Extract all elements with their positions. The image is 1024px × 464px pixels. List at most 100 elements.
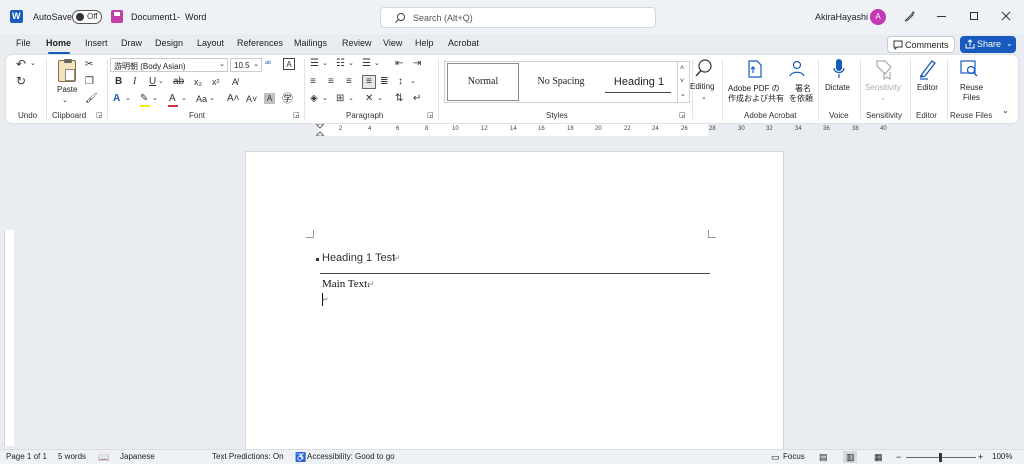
- shading-dropdown-icon[interactable]: ⌄: [322, 93, 328, 105]
- grow-font-icon[interactable]: A˄: [227, 93, 240, 105]
- save-icon[interactable]: [111, 10, 123, 23]
- copy-icon[interactable]: ❐: [85, 76, 94, 88]
- tab-draw[interactable]: Draw: [121, 38, 142, 48]
- style-heading-1[interactable]: Heading 1: [601, 62, 677, 102]
- dialog-launcher-icon[interactable]: ◲: [293, 110, 300, 122]
- underline-icon[interactable]: U: [149, 76, 156, 88]
- print-layout-icon[interactable]: ▥: [846, 452, 855, 463]
- shading-icon[interactable]: ◈: [310, 93, 318, 105]
- close-icon[interactable]: [1001, 11, 1011, 21]
- request-signature-line2[interactable]: を依頼: [789, 93, 813, 104]
- accessibility-status[interactable]: Accessibility: Good to go: [307, 452, 395, 461]
- phonetic-guide-icon[interactable]: ᵃᵇ: [265, 58, 271, 70]
- increase-indent-icon[interactable]: ⇥: [413, 58, 421, 70]
- subscript-icon[interactable]: x₂: [194, 76, 202, 88]
- reuse-files-icon[interactable]: [959, 58, 979, 78]
- document-page[interactable]: Heading 1 Test ↵ Main Text. ↵ ↵: [245, 151, 784, 451]
- tab-insert[interactable]: Insert: [85, 38, 108, 48]
- dictate-label[interactable]: Dictate: [825, 83, 850, 92]
- sensitivity-dropdown-icon[interactable]: ⌄: [880, 93, 886, 105]
- show-formatting-icon[interactable]: ↵: [413, 93, 421, 105]
- bullets-dropdown-icon[interactable]: ⌄: [322, 58, 328, 70]
- text-effects-icon[interactable]: A: [113, 93, 120, 105]
- change-case-dropdown-icon[interactable]: ⌄: [209, 93, 215, 105]
- font-color-dropdown-icon[interactable]: ⌄: [181, 93, 187, 105]
- read-mode-icon[interactable]: ▤: [819, 452, 828, 463]
- redo-icon[interactable]: ↻: [16, 75, 26, 87]
- zoom-in-icon[interactable]: +: [978, 452, 983, 462]
- zoom-slider-thumb[interactable]: [939, 453, 942, 462]
- paste-dropdown-icon[interactable]: ⌄: [62, 95, 68, 107]
- undo-icon[interactable]: ↶: [16, 58, 26, 70]
- highlight-dropdown-icon[interactable]: ⌄: [152, 93, 158, 105]
- zoom-out-icon[interactable]: −: [896, 452, 901, 462]
- italic-icon[interactable]: I: [133, 76, 136, 88]
- change-case-icon[interactable]: Aa: [196, 93, 207, 105]
- comments-button[interactable]: Comments: [887, 36, 955, 53]
- zoom-level[interactable]: 100%: [992, 452, 1012, 461]
- tab-view[interactable]: View: [383, 38, 402, 48]
- reuse-files-line1[interactable]: Reuse: [960, 83, 983, 92]
- character-shading-icon[interactable]: A: [264, 93, 275, 104]
- bullets-icon[interactable]: ☰: [310, 58, 319, 70]
- cut-icon[interactable]: ✂: [85, 59, 93, 71]
- maximize-icon[interactable]: [970, 12, 978, 20]
- proofing-icon[interactable]: 📖: [98, 452, 109, 463]
- focus-icon[interactable]: ▭: [771, 452, 780, 463]
- language[interactable]: Japanese: [120, 452, 155, 461]
- numbering-icon[interactable]: ☷: [336, 58, 345, 70]
- horizontal-ruler[interactable]: 2 4 6 8 10 12 14 16 18 20 22 24 26 28 30…: [244, 124, 887, 136]
- underline-dropdown-icon[interactable]: ⌄: [158, 76, 164, 88]
- microphone-icon[interactable]: [832, 58, 846, 80]
- tab-file[interactable]: File: [16, 38, 31, 48]
- sensitivity-label[interactable]: Sensitivity: [865, 83, 901, 92]
- minimize-icon[interactable]: [937, 16, 946, 17]
- highlight-icon[interactable]: ✎: [140, 93, 148, 105]
- distributed-icon[interactable]: ≣: [380, 76, 388, 88]
- dialog-launcher-icon[interactable]: ◲: [96, 110, 103, 122]
- avatar[interactable]: A: [870, 9, 886, 25]
- justify-icon[interactable]: ≡: [362, 75, 376, 89]
- tab-references[interactable]: References: [237, 38, 283, 48]
- style-no-spacing[interactable]: No Spacing: [523, 62, 599, 102]
- shrink-font-icon[interactable]: A˅: [246, 93, 257, 105]
- text-predictions[interactable]: Text Predictions: On: [212, 452, 284, 461]
- tab-design[interactable]: Design: [155, 38, 183, 48]
- user-name[interactable]: AkiraHayashi: [815, 12, 868, 22]
- paste-icon[interactable]: [58, 59, 76, 82]
- reuse-files-line2[interactable]: Files: [963, 93, 980, 102]
- borders-dropdown-icon[interactable]: ⌄: [348, 93, 354, 105]
- indent-marker-icon[interactable]: [316, 124, 324, 136]
- dialog-launcher-icon[interactable]: ◲: [427, 110, 434, 122]
- tab-home[interactable]: Home: [46, 38, 71, 48]
- body-paragraph[interactable]: Main Text.: [322, 278, 370, 290]
- text-effects-dropdown-icon[interactable]: ⌄: [125, 93, 131, 105]
- multilevel-dropdown-icon[interactable]: ⌄: [374, 58, 380, 70]
- tab-layout[interactable]: Layout: [197, 38, 224, 48]
- align-right-icon[interactable]: ≡: [346, 76, 352, 88]
- multilevel-list-icon[interactable]: ☰: [362, 58, 371, 70]
- request-signature-icon[interactable]: [788, 59, 808, 79]
- borders-icon[interactable]: ⊞: [336, 93, 344, 105]
- dialog-launcher-icon[interactable]: ◲: [679, 110, 686, 122]
- tab-mailings[interactable]: Mailings: [294, 38, 327, 48]
- search-box[interactable]: Search (Alt+Q): [380, 7, 656, 28]
- collapse-ribbon-icon[interactable]: ⌄: [1002, 105, 1009, 117]
- format-painter-icon[interactable]: 🖌: [85, 93, 98, 105]
- align-center-icon[interactable]: ≡: [328, 76, 334, 88]
- asian-layout-dropdown-icon[interactable]: ⌄: [377, 93, 383, 105]
- font-color-icon[interactable]: A: [169, 93, 176, 105]
- styles-scroll-down-icon[interactable]: ˅: [680, 76, 684, 88]
- line-spacing-icon[interactable]: ↕: [398, 76, 403, 88]
- vertical-ruler[interactable]: [4, 150, 16, 450]
- font-name-select[interactable]: 游明朝 (Body Asian) ⌄: [110, 58, 228, 72]
- tab-help[interactable]: Help: [415, 38, 434, 48]
- styles-expand-icon[interactable]: ⌄: [680, 89, 686, 101]
- superscript-icon[interactable]: x²: [212, 76, 220, 88]
- sort-icon[interactable]: ⇅: [395, 93, 403, 105]
- editor-icon[interactable]: [918, 58, 938, 80]
- tab-review[interactable]: Review: [342, 38, 372, 48]
- create-pdf-icon[interactable]: [746, 59, 764, 79]
- heading-paragraph[interactable]: Heading 1 Test: [322, 252, 395, 264]
- styles-scroll-up-icon[interactable]: ˄: [680, 63, 684, 75]
